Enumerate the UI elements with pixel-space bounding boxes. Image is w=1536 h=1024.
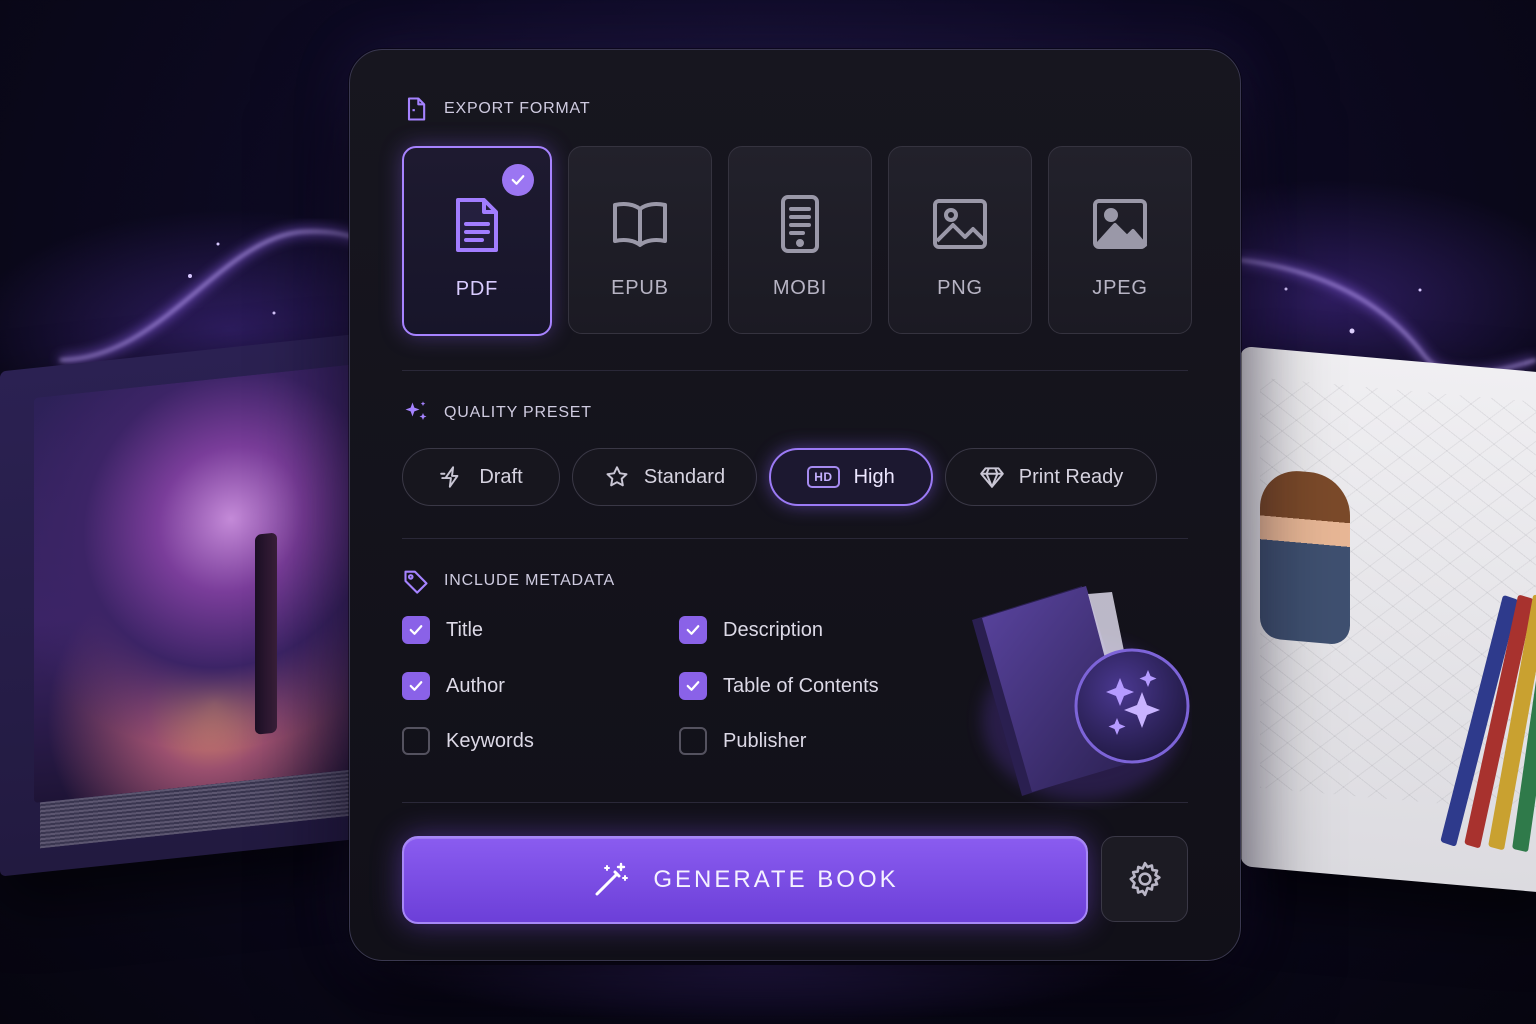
open-book-icon <box>613 202 667 247</box>
quality-label: High <box>853 465 895 488</box>
quality-label: Draft <box>479 465 523 488</box>
include-metadata-heading: INCLUDE METADATA <box>402 566 615 596</box>
export-panel: EXPORT FORMAT PDF EPUB MOBI PNG JPEG QUA… <box>349 49 1241 961</box>
diamond-icon <box>979 467 1004 488</box>
quality-print-ready-button[interactable]: Print Ready <box>945 448 1157 506</box>
format-card-pdf[interactable]: PDF <box>402 146 552 336</box>
include-metadata-title: INCLUDE METADATA <box>444 572 616 589</box>
metadata-publisher-checkbox[interactable]: Publisher <box>679 727 806 755</box>
section-divider <box>402 802 1188 803</box>
quality-options: Draft Standard HD High Print Ready <box>402 448 1157 506</box>
checkbox-label: Table of Contents <box>723 674 879 697</box>
checkbox-label: Title <box>446 618 484 641</box>
format-label: PNG <box>937 277 983 299</box>
section-divider <box>402 370 1188 371</box>
quality-preset-heading: QUALITY PRESET <box>402 398 592 428</box>
format-options: PDF EPUB MOBI PNG JPEG <box>402 146 1192 336</box>
checkbox-unchecked-icon <box>402 727 430 755</box>
checkbox-checked-icon <box>402 672 430 700</box>
generate-book-button[interactable]: GENERATE BOOK <box>402 836 1088 924</box>
format-label: MOBI <box>772 277 828 299</box>
format-label: PDF <box>455 278 499 300</box>
tag-icon <box>404 570 428 594</box>
quality-draft-button[interactable]: Draft <box>402 448 560 506</box>
book-cover-art <box>34 363 362 803</box>
tree-trunk <box>255 532 277 735</box>
magic-wand-icon <box>595 862 629 896</box>
quality-standard-button[interactable]: Standard <box>572 448 757 506</box>
star-icon <box>606 466 628 487</box>
format-card-mobi[interactable]: MOBI <box>728 146 872 334</box>
checkbox-checked-icon <box>679 672 707 700</box>
checkbox-checked-icon <box>679 616 707 644</box>
fantasy-book-illustration <box>0 332 372 877</box>
checkbox-label: Publisher <box>723 729 807 752</box>
ereader-icon <box>781 195 819 253</box>
format-card-epub[interactable]: EPUB <box>568 146 712 334</box>
metadata-keywords-checkbox[interactable]: Keywords <box>402 727 534 755</box>
lightning-icon <box>440 466 459 488</box>
metadata-toc-checkbox[interactable]: Table of Contents <box>679 672 879 700</box>
checkbox-label: Description <box>723 618 824 641</box>
format-label: EPUB <box>611 277 669 299</box>
quality-preset-title: QUALITY PRESET <box>444 404 592 421</box>
image-filled-icon <box>1093 199 1147 249</box>
metadata-author-checkbox[interactable]: Author <box>402 672 505 700</box>
quality-label: Print Ready <box>1018 465 1124 488</box>
export-format-heading: EXPORT FORMAT <box>402 94 590 124</box>
checkbox-label: Keywords <box>446 729 534 752</box>
format-label: JPEG <box>1092 277 1148 299</box>
checkbox-unchecked-icon <box>679 727 707 755</box>
format-card-png[interactable]: PNG <box>888 146 1032 334</box>
book-sparkle-illustration <box>972 586 1190 800</box>
document-icon <box>456 198 498 252</box>
quality-label: Standard <box>643 465 726 488</box>
selected-check-icon <box>502 164 534 196</box>
section-divider <box>402 538 1188 539</box>
metadata-title-checkbox[interactable]: Title <box>402 616 483 644</box>
hd-icon: HD <box>807 466 840 488</box>
checkbox-label: Author <box>446 674 505 697</box>
coloring-book-illustration <box>1240 346 1536 894</box>
floor-glow <box>380 965 1140 1024</box>
metadata-checkboxes: Title Description Author Table of Conten… <box>402 616 942 786</box>
format-card-jpeg[interactable]: JPEG <box>1048 146 1192 334</box>
export-format-title: EXPORT FORMAT <box>444 100 591 117</box>
child-drawing-figure <box>1260 467 1350 646</box>
generate-book-label: GENERATE BOOK <box>653 866 899 893</box>
image-icon <box>933 199 987 249</box>
settings-button[interactable] <box>1101 836 1188 922</box>
metadata-description-checkbox[interactable]: Description <box>679 616 823 644</box>
checkbox-checked-icon <box>402 616 430 644</box>
quality-high-button[interactable]: HD High <box>769 448 933 506</box>
file-icon <box>407 97 426 121</box>
sparkles-icon <box>405 401 427 420</box>
gear-icon <box>1129 861 1161 897</box>
